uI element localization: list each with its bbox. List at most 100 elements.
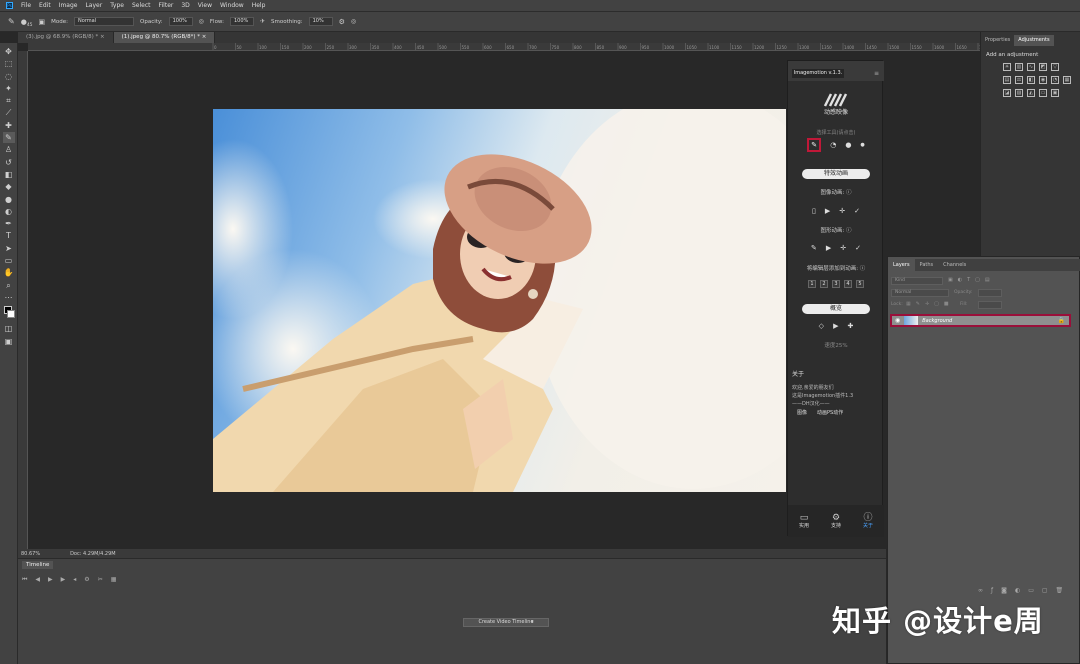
hue-icon[interactable]: ▤: [1003, 76, 1011, 84]
pressure-opacity-icon[interactable]: ◎: [199, 18, 204, 26]
adjust-filter-icon[interactable]: ◐: [958, 277, 962, 283]
dodge-tool-icon[interactable]: ◐: [3, 206, 15, 217]
new-group-icon[interactable]: ▭: [1028, 587, 1034, 595]
black-white-icon[interactable]: ◧: [1027, 76, 1035, 84]
paint-bucket-tool-icon[interactable]: ◆: [3, 181, 15, 192]
menu-window[interactable]: Window: [220, 2, 244, 9]
menu-filter[interactable]: Filter: [159, 2, 174, 9]
pen-icon[interactable]: ✎: [811, 244, 817, 252]
move-icon[interactable]: ✛: [840, 244, 846, 252]
loop-icon[interactable]: ◇: [819, 322, 824, 330]
layer-opacity-field[interactable]: [978, 289, 1002, 297]
gradient-map-icon[interactable]: ▭: [1039, 89, 1047, 97]
number-button-4[interactable]: 4: [844, 280, 852, 288]
timeline-tab[interactable]: Timeline: [22, 561, 54, 569]
menu-help[interactable]: Help: [252, 2, 266, 9]
rotate-tool-icon[interactable]: ◔: [830, 141, 836, 149]
eye-icon[interactable]: ◉: [895, 317, 900, 324]
clone-stamp-tool-icon[interactable]: ♙: [3, 144, 15, 155]
mode-select[interactable]: Normal: [74, 17, 135, 26]
first-frame-icon[interactable]: ⏮: [22, 576, 27, 584]
number-button-5[interactable]: 5: [856, 280, 864, 288]
menu-select[interactable]: Select: [132, 2, 151, 9]
eraser-tool-icon[interactable]: ◧: [3, 169, 15, 180]
menu-image[interactable]: Image: [59, 2, 78, 9]
pressure-size-icon[interactable]: ◎: [351, 18, 356, 26]
healing-tool-icon[interactable]: ✚: [3, 120, 15, 131]
brush-tool-icon[interactable]: ✎: [8, 17, 15, 26]
tab-paths[interactable]: Paths: [915, 259, 939, 271]
exposure-icon[interactable]: ◩: [1039, 63, 1047, 71]
number-button-3[interactable]: 3: [832, 280, 840, 288]
pencil-tool-icon[interactable]: ✎: [807, 138, 822, 152]
menu-3d[interactable]: 3D: [181, 2, 189, 9]
more-tools-icon[interactable]: ⋯: [3, 292, 15, 303]
about-link-image[interactable]: 图像: [797, 409, 807, 416]
channel-mixer-icon[interactable]: ◔: [1051, 76, 1059, 84]
move-tool-icon[interactable]: ✥: [3, 46, 15, 57]
color-swatches-icon[interactable]: [3, 304, 15, 322]
menu-type[interactable]: Type: [110, 2, 124, 9]
play-icon[interactable]: ▶: [825, 207, 830, 215]
smart-filter-icon[interactable]: ▤: [985, 277, 990, 283]
audio-icon[interactable]: ◂: [73, 576, 76, 584]
effects-animation-button[interactable]: 特效动画: [802, 169, 870, 179]
brightness-icon[interactable]: ☀: [1003, 63, 1011, 71]
add-icon[interactable]: ✚: [847, 322, 853, 330]
link-layers-icon[interactable]: ∞: [978, 587, 983, 595]
layer-kind-filter[interactable]: Kind: [891, 277, 943, 285]
blur-tool-icon[interactable]: ●: [3, 194, 15, 205]
smoothing-field[interactable]: 10%: [308, 17, 333, 26]
menu-view[interactable]: View: [198, 2, 212, 9]
lock-paint-icon[interactable]: ✎: [916, 301, 920, 307]
split-icon[interactable]: ✂: [98, 576, 103, 584]
lock-move-icon[interactable]: ✛: [925, 301, 929, 307]
close-icon[interactable]: ×: [202, 34, 207, 40]
brush-tool-icon[interactable]: ✎: [2, 132, 15, 144]
footer-about[interactable]: ⓘ 关于: [856, 513, 880, 529]
fx-icon[interactable]: ƒ: [991, 587, 993, 595]
prev-frame-icon[interactable]: ◀: [35, 576, 40, 584]
type-filter-icon[interactable]: T: [967, 277, 970, 283]
new-layer-icon[interactable]: ▢: [1042, 587, 1048, 595]
document-image[interactable]: [213, 109, 786, 492]
transition-icon[interactable]: ▦: [111, 576, 117, 584]
color-balance-icon[interactable]: ⚖: [1015, 76, 1023, 84]
play-icon[interactable]: ▶: [48, 576, 53, 584]
info-icon[interactable]: ⓘ: [846, 228, 852, 234]
zoom-level[interactable]: 80.67%: [21, 551, 40, 557]
tab-channels[interactable]: Channels: [938, 259, 971, 271]
add-mask-icon[interactable]: ◙: [1001, 587, 1007, 595]
file-icon[interactable]: ▯: [812, 207, 816, 215]
footer-support[interactable]: ⚙ 支持: [824, 513, 848, 529]
check-icon[interactable]: ✓: [854, 207, 860, 215]
hand-tool-icon[interactable]: ✋: [3, 267, 15, 278]
number-button-1[interactable]: 1: [808, 280, 816, 288]
history-brush-tool-icon[interactable]: ↺: [3, 157, 15, 168]
info-icon[interactable]: ⓘ: [860, 266, 866, 272]
smoothing-gear-icon[interactable]: ⚙: [339, 18, 345, 26]
quick-select-tool-icon[interactable]: ✦: [3, 83, 15, 94]
brush-settings-icon[interactable]: ▣: [39, 18, 46, 26]
vibrance-icon[interactable]: ▽: [1051, 63, 1059, 71]
selective-color-icon[interactable]: ▣: [1051, 89, 1059, 97]
create-video-timeline-button[interactable]: Create Video Timeline: [463, 618, 549, 627]
threshold-icon[interactable]: ◭: [1027, 89, 1035, 97]
adjustment-layer-icon[interactable]: ◐: [1015, 587, 1020, 595]
dot-tool-icon[interactable]: ●: [845, 141, 851, 149]
trash-icon[interactable]: 🗑: [1056, 587, 1064, 595]
close-icon[interactable]: ×: [100, 34, 105, 40]
layer-fill-field[interactable]: [978, 301, 1002, 309]
posterize-icon[interactable]: ▨: [1015, 89, 1023, 97]
lock-all-icon[interactable]: ■: [944, 301, 949, 307]
screen-mode-icon[interactable]: ▣: [3, 336, 15, 347]
plugin-title[interactable]: Imagemotion v.1.3.: [792, 69, 844, 78]
play-icon[interactable]: ▶: [826, 244, 831, 252]
lasso-tool-icon[interactable]: ◌: [3, 71, 15, 82]
flow-field[interactable]: 100%: [229, 17, 254, 26]
move-icon[interactable]: ✛: [839, 207, 845, 215]
marquee-tool-icon[interactable]: ⬚: [3, 58, 15, 69]
crop-tool-icon[interactable]: ⌗: [3, 95, 15, 106]
curves-icon[interactable]: ∿: [1027, 63, 1035, 71]
settings-icon[interactable]: ⚙: [84, 576, 89, 584]
